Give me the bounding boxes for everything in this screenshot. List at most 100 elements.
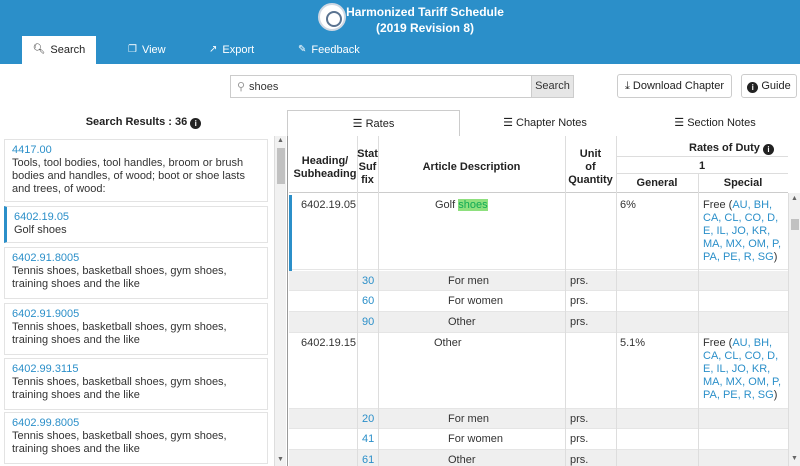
unit-header-line3: Quantity: [568, 174, 613, 186]
tab-search-label: Search: [50, 44, 86, 56]
scroll-down-icon[interactable]: ▼: [277, 456, 284, 463]
tab-search[interactable]: 🔍︎ Search: [22, 36, 96, 64]
description-cell: For women: [448, 295, 504, 307]
tab-chapter-notes[interactable]: ☰ Chapter Notes: [470, 110, 620, 136]
download-icon: ⤓: [624, 80, 630, 92]
list-item[interactable]: 6402.91.8005 Tennis shoes, basketball sh…: [4, 247, 268, 299]
stat-suffix-cell[interactable]: 20: [362, 413, 374, 426]
stat-suffix-cell[interactable]: 30: [362, 275, 374, 288]
search-box: ⚲: [230, 75, 532, 98]
download-chapter-button[interactable]: ⤓ Download Chapter: [617, 74, 732, 98]
list-item[interactable]: 4417.00 Tools, tool bodies, tool handles…: [4, 139, 268, 202]
tab-rates-label: Rates: [365, 118, 395, 130]
list-item[interactable]: 6402.99.8005 Tennis shoes, basketball sh…: [4, 412, 268, 464]
special-rate-cell: Free (AU, BH, CA, CL, CO, D, E, IL, JO, …: [703, 337, 785, 402]
result-code[interactable]: 6402.91.8005: [12, 252, 260, 265]
stat-suffix-cell[interactable]: 60: [362, 295, 374, 308]
scroll-up-icon[interactable]: ▲: [791, 195, 798, 202]
tab-chapter-notes-label: Chapter Notes: [516, 117, 587, 129]
description-cell: Other: [448, 316, 476, 328]
tab-section-notes[interactable]: ☰ Section Notes: [640, 110, 790, 136]
search-results-heading: Search Results : 36 i: [0, 110, 287, 134]
special-rate-prefix: Free (: [703, 199, 733, 211]
table-row: 41 For women prs.: [289, 429, 788, 450]
description-cell: For women: [448, 433, 504, 445]
unit-cell: prs.: [570, 316, 589, 328]
stat-header-line3: fix: [361, 174, 374, 186]
info-icon[interactable]: i: [762, 144, 774, 155]
info-icon[interactable]: i: [190, 118, 202, 129]
stat-suffix-column-header: Stat Suf fix: [357, 148, 378, 187]
result-code[interactable]: 6402.19.05: [14, 211, 260, 224]
search-results-count: Search Results : 36: [85, 116, 188, 128]
app-title-line1: Harmonized Tariff Schedule: [346, 5, 504, 19]
copy-icon: ❐: [128, 44, 137, 55]
unit-cell: prs.: [570, 454, 589, 466]
unit-cell: prs.: [570, 295, 589, 307]
special-rate-suffix: ): [773, 389, 778, 401]
search-icon: 🔍︎: [32, 44, 46, 55]
table-row: 60 For women prs.: [289, 291, 788, 312]
list-item[interactable]: 6402.91.9005 Tennis shoes, basketball sh…: [4, 303, 268, 355]
scrollbar-thumb[interactable]: [791, 219, 799, 230]
unit-column-header: Unit of Quantity: [565, 148, 616, 187]
unit-cell: prs.: [570, 275, 589, 287]
table-row: 30 For men prs.: [289, 271, 788, 291]
panel-divider[interactable]: [287, 110, 288, 466]
tab-view[interactable]: ❐ View: [128, 36, 166, 64]
table-row: 20 For men prs.: [289, 409, 788, 429]
scrollbar-thumb[interactable]: [277, 148, 285, 184]
tab-feedback[interactable]: ✎ Feedback: [298, 36, 360, 64]
heading-cell: 6402.19.15: [301, 337, 357, 349]
results-scrollbar[interactable]: ▲ ▼: [274, 136, 286, 466]
scroll-up-icon[interactable]: ▲: [277, 137, 284, 144]
description-cell: For men: [448, 275, 489, 287]
table-header: Heading/ Subheading Stat Suf fix Article…: [289, 136, 788, 193]
special-rate-prefix: Free (: [703, 337, 733, 349]
general-column-header: General: [636, 177, 678, 189]
list-item[interactable]: 6402.99.3115 Tennis shoes, basketball sh…: [4, 358, 268, 410]
description-cell: Golf shoes: [435, 199, 488, 212]
tab-rates[interactable]: ☰ Rates: [287, 110, 460, 136]
result-code[interactable]: 4417.00: [12, 144, 260, 157]
result-code[interactable]: 6402.99.3115: [12, 363, 260, 376]
description-text: Golf: [435, 199, 459, 211]
comments-icon: ✎: [298, 44, 307, 55]
heading-column-header: Heading/ Subheading: [293, 155, 357, 180]
rates-of-duty-label: Rates of Duty: [689, 142, 760, 154]
special-rate-suffix: ): [773, 251, 778, 263]
result-description: Golf shoes: [14, 224, 67, 236]
article-description-column-header: Article Description: [422, 161, 521, 173]
search-button[interactable]: Search: [531, 75, 574, 98]
general-rate-cell: 6%: [620, 199, 636, 211]
unit-cell: prs.: [570, 413, 589, 425]
guide-button[interactable]: i Guide: [741, 74, 797, 98]
tab-section-notes-label: Section Notes: [687, 117, 756, 129]
table-row: 6402.19.05 Golf shoes 6% Free (AU, BH, C…: [289, 193, 788, 271]
align-left-icon: ☰: [352, 118, 363, 130]
stat-header-line2: Suf: [358, 161, 377, 173]
result-description: Tennis shoes, basketball shoes, gym shoe…: [12, 321, 227, 346]
result-description: Tennis shoes, basketball shoes, gym shoe…: [12, 430, 227, 455]
stat-suffix-cell[interactable]: 61: [362, 454, 374, 466]
download-chapter-label: Download Chapter: [632, 80, 725, 92]
tab-export[interactable]: ↗ Export: [209, 36, 254, 64]
search-input[interactable]: [249, 78, 519, 95]
unit-header-line2: of: [585, 161, 596, 173]
tab-export-label: Export: [222, 44, 255, 56]
stat-suffix-cell[interactable]: 41: [362, 433, 374, 446]
rates-of-duty-header: Rates of Duty i: [689, 142, 788, 155]
tab-feedback-label: Feedback: [311, 44, 360, 56]
result-description: Tennis shoes, basketball shoes, gym shoe…: [12, 265, 227, 290]
app-title-line2: (2019 Revision 8): [375, 21, 475, 35]
general-rate-cell: 5.1%: [620, 337, 646, 349]
scroll-down-icon[interactable]: ▼: [791, 455, 798, 462]
result-code[interactable]: 6402.91.9005: [12, 308, 260, 321]
stat-suffix-cell[interactable]: 90: [362, 316, 374, 329]
table-row: 61 Other prs.: [289, 450, 788, 466]
result-code[interactable]: 6402.99.8005: [12, 417, 260, 430]
align-left-icon: ☰: [503, 117, 513, 129]
list-item[interactable]: 6402.19.05 Golf shoes: [4, 206, 268, 243]
description-cell: For men: [448, 413, 489, 425]
table-scrollbar[interactable]: ▲ ▼: [788, 193, 800, 466]
